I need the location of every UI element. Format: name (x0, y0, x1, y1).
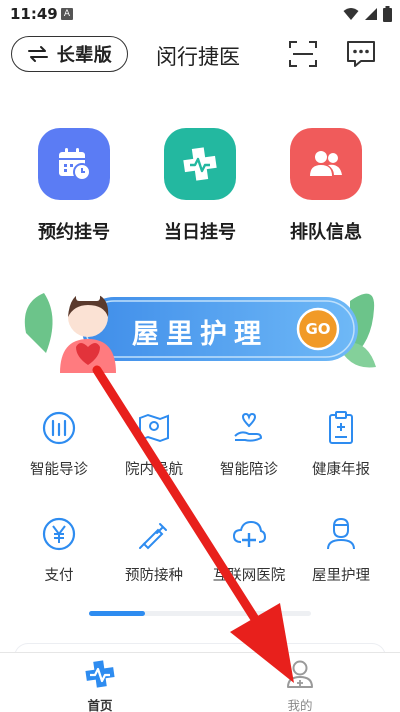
service-label: 互联网医院 (212, 568, 286, 584)
payment-icon (39, 514, 79, 554)
bottom-nav: 首页 我的 (0, 652, 400, 712)
status-bar: 11:49 A (0, 0, 400, 28)
same-day-label: 当日挂号 (164, 222, 236, 243)
queue-info-button[interactable]: 排队信息 (271, 128, 381, 244)
service-label: 智能陪诊 (220, 462, 278, 478)
service-smart-escort[interactable]: 智能陪诊 (199, 408, 299, 479)
navigation-icon (134, 408, 174, 448)
battery-icon (383, 6, 392, 22)
elder-mode-label: 长辈版 (56, 45, 113, 66)
banner-go-button: GO (305, 320, 331, 338)
home-icon (84, 659, 116, 689)
same-day-button[interactable]: 当日挂号 (145, 128, 255, 244)
header: 长辈版 闵行捷医 (0, 32, 400, 78)
wifi-icon (343, 8, 359, 20)
app-title: 闵行捷医 (156, 45, 240, 69)
service-label: 屋里护理 (312, 568, 370, 584)
home-nursing-banner[interactable]: 屋里护理 GO (20, 283, 380, 373)
service-health-report[interactable]: 健康年报 (291, 408, 391, 479)
service-label: 支付 (44, 568, 74, 584)
quick-actions: 预约挂号 当日挂号 排队信息 (0, 128, 400, 248)
service-label: 智能导诊 (30, 462, 88, 478)
service-vaccination[interactable]: 预防接种 (104, 514, 204, 585)
escort-icon (229, 408, 269, 448)
status-icons (343, 5, 392, 23)
medical-cross-icon (164, 128, 236, 200)
service-smart-guide[interactable]: 智能导诊 (9, 408, 109, 479)
profile-icon (284, 659, 316, 689)
service-label: 健康年报 (312, 462, 370, 478)
service-label: 预防接种 (125, 568, 183, 584)
signal-icon (365, 8, 377, 20)
nav-home-label: 首页 (87, 698, 113, 712)
switch-arrows-icon (27, 46, 48, 62)
cloud-hospital-icon (229, 514, 269, 554)
nav-home[interactable]: 首页 (60, 659, 140, 712)
appointment-button[interactable]: 预约挂号 (19, 128, 129, 244)
status-time: 11:49 (10, 5, 58, 23)
nav-mine[interactable]: 我的 (260, 659, 340, 712)
elder-mode-button[interactable]: 长辈版 (11, 36, 128, 72)
guide-icon (39, 408, 79, 448)
notification-badge: A (61, 8, 73, 20)
report-icon (321, 408, 361, 448)
vaccine-icon (134, 514, 174, 554)
scan-icon[interactable] (287, 38, 319, 70)
service-hospital-navigation[interactable]: 院内导航 (104, 408, 204, 479)
page-indicator-active (89, 611, 145, 616)
service-payment[interactable]: 支付 (9, 514, 109, 585)
queue-info-label: 排队信息 (290, 222, 362, 243)
service-home-nursing[interactable]: 屋里护理 (291, 514, 391, 585)
service-internet-hospital[interactable]: 互联网医院 (199, 514, 299, 585)
people-icon (290, 128, 362, 200)
nurse-icon (321, 514, 361, 554)
service-label: 院内导航 (125, 462, 183, 478)
nav-mine-label: 我的 (287, 698, 313, 712)
banner-title: 屋里护理 (132, 319, 268, 350)
grid-page-indicator (89, 611, 311, 616)
calendar-clock-icon (38, 128, 110, 200)
appointment-label: 预约挂号 (38, 222, 110, 243)
message-icon[interactable] (345, 38, 377, 70)
